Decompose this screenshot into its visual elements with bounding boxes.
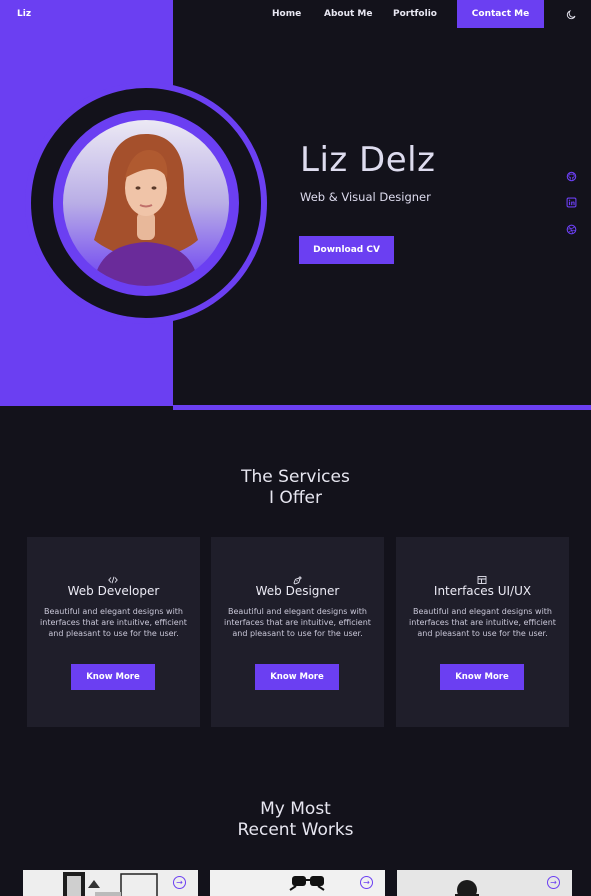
download-cv-button[interactable]: Download CV	[299, 236, 394, 264]
work-thumbnail	[23, 870, 198, 896]
works-title-line1: My Most	[260, 799, 331, 819]
hero-role: Web & Visual Designer	[300, 190, 431, 204]
services-title: The Services I Offer	[0, 467, 591, 509]
service-card-title: Interfaces UI/UX	[433, 584, 532, 598]
arrow-right-circle-icon[interactable]: →	[360, 876, 373, 889]
service-card-title: Web Developer	[67, 584, 160, 598]
dribbble-icon[interactable]	[566, 224, 577, 235]
hero-name: Liz Delz	[300, 140, 436, 180]
know-more-button[interactable]: Know More	[440, 664, 524, 690]
arrow-right-circle-icon[interactable]: →	[547, 876, 560, 889]
github-icon[interactable]	[566, 171, 577, 182]
service-card-text: Beautiful and elegant designs with inter…	[224, 607, 371, 638]
service-card-text: Beautiful and elegant designs with inter…	[409, 607, 556, 638]
services-title-line2: I Offer	[269, 488, 322, 508]
nav-portfolio[interactable]: Portfolio	[393, 9, 437, 19]
work-card[interactable]: →	[210, 870, 385, 896]
contact-button[interactable]: Contact Me	[457, 0, 544, 28]
works-title-line2: Recent Works	[237, 820, 354, 840]
linkedin-icon[interactable]	[566, 197, 577, 208]
profile-photo	[63, 120, 229, 286]
work-thumbnail	[397, 870, 572, 896]
know-more-button[interactable]: Know More	[255, 664, 339, 690]
work-thumbnail	[210, 870, 385, 896]
work-card[interactable]: →	[397, 870, 572, 896]
nav-home[interactable]: Home	[272, 9, 301, 19]
top-nav: Liz Home About Me Portfolio Contact Me	[0, 0, 591, 28]
service-card-title: Web Designer	[255, 584, 340, 598]
moon-icon[interactable]	[566, 9, 577, 20]
service-card-text: Beautiful and elegant designs with inter…	[40, 607, 187, 638]
work-card[interactable]: →	[23, 870, 198, 896]
services-title-line1: The Services	[241, 467, 350, 487]
arrow-right-circle-icon[interactable]: →	[173, 876, 186, 889]
nav-about[interactable]: About Me	[324, 9, 373, 19]
works-title: My Most Recent Works	[0, 799, 591, 841]
logo[interactable]: Liz	[17, 9, 31, 19]
know-more-button[interactable]: Know More	[71, 664, 155, 690]
hero-divider	[173, 405, 591, 410]
